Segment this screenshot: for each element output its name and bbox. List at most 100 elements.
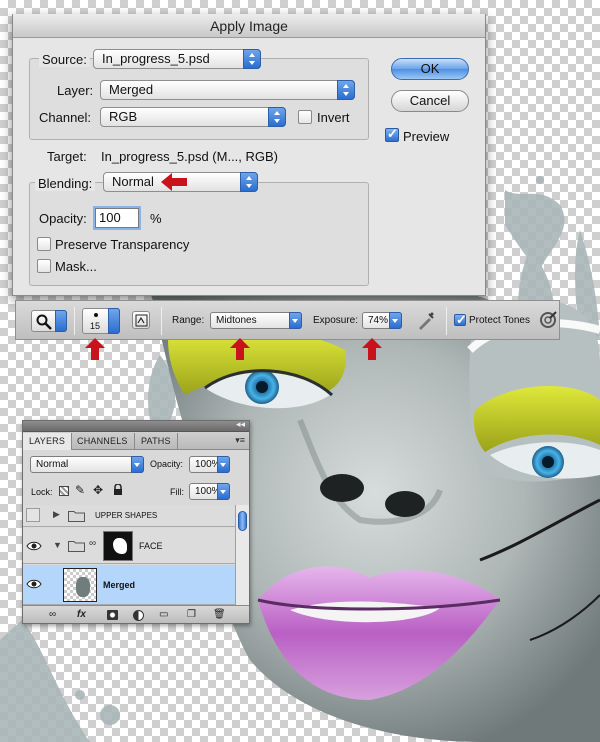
invert-checkbox[interactable]	[298, 110, 312, 124]
link-layers-icon[interactable]: ∞	[49, 609, 56, 620]
chevron-down-icon	[217, 483, 230, 500]
chevron-down-icon	[217, 456, 230, 473]
brush-panel-toggle[interactable]	[132, 311, 150, 329]
adjustment-layer-icon[interactable]	[133, 610, 144, 621]
layer-row-upper-shapes[interactable]: ▶ UPPER SHAPES	[23, 505, 236, 527]
layer-opacity-label: Opacity:	[150, 459, 184, 469]
layer-select-value: Merged	[109, 82, 154, 97]
red-arrow-left-icon	[161, 173, 187, 191]
source-select[interactable]: In_progress_5.psd	[93, 49, 261, 69]
layer-label: Layer:	[57, 83, 94, 98]
lock-label: Lock:	[31, 487, 53, 497]
layer-row-merged[interactable]: Merged	[23, 565, 236, 605]
dodge-tool-icon	[36, 314, 52, 330]
mask-checkbox[interactable]	[37, 259, 51, 273]
lock-all-icon[interactable]	[113, 484, 123, 496]
layers-scrollbar[interactable]	[235, 505, 249, 605]
brush-dot-icon	[94, 313, 98, 317]
preview-label: Preview	[403, 129, 450, 144]
exposure-input[interactable]: 74%	[362, 312, 402, 329]
chevron-down-icon	[389, 312, 402, 329]
layer-opacity-input[interactable]: 100%	[189, 456, 230, 473]
fx-icon[interactable]: fx	[77, 609, 86, 620]
layer-row-face[interactable]: ▼ ∞ FACE	[23, 528, 236, 564]
fill-input[interactable]: 100%	[189, 483, 230, 500]
expand-triangle-open-icon[interactable]: ▼	[53, 540, 62, 550]
protect-tones-label: Protect Tones	[469, 315, 530, 326]
channel-label: Channel:	[39, 110, 92, 125]
range-select-value: Midtones	[216, 315, 257, 326]
panel-menu-icon[interactable]: ▾≡	[235, 435, 245, 446]
channel-select[interactable]: RGB	[100, 107, 286, 127]
tool-preset-picker[interactable]	[31, 310, 67, 332]
protect-tones-checkbox[interactable]	[454, 312, 467, 328]
source-select-value: In_progress_5.psd	[102, 51, 210, 66]
airbrush-icon[interactable]	[416, 311, 436, 331]
brush-preset-picker[interactable]: 15	[82, 308, 120, 334]
ok-button[interactable]: OK	[391, 58, 469, 80]
chevron-down-icon	[55, 310, 67, 332]
tool-options-bar: 15 Range: Midtones Exposure: 74% Protect…	[15, 300, 560, 340]
red-arrow-up-icon	[85, 338, 105, 360]
chevron-updown-icon	[337, 80, 355, 100]
brush-panel-icon	[135, 314, 148, 327]
source-label: Source:	[39, 52, 90, 67]
visibility-off-icon[interactable]	[26, 508, 40, 522]
cancel-button[interactable]: Cancel	[391, 90, 469, 112]
folder-icon	[68, 541, 85, 552]
lock-move-icon[interactable]: ✥	[93, 483, 103, 497]
tab-paths[interactable]: PATHS	[135, 433, 178, 450]
layers-panel: ◂◂ LAYERS CHANNELS PATHS ▾≡ Normal Opaci…	[22, 419, 250, 624]
lock-transparent-icon[interactable]	[59, 486, 69, 496]
collapse-icon[interactable]: ◂◂	[236, 419, 245, 430]
chevron-down-icon	[108, 308, 120, 334]
chevron-updown-icon	[268, 107, 286, 127]
exposure-label: Exposure:	[313, 315, 359, 326]
lock-paint-icon[interactable]: ✎	[75, 483, 85, 497]
chevron-updown-icon	[240, 172, 258, 192]
folder-icon	[68, 511, 85, 522]
add-mask-icon[interactable]	[107, 610, 118, 620]
blend-mode-select[interactable]: Normal	[30, 456, 144, 473]
new-layer-icon[interactable]: ❐	[187, 609, 196, 620]
opacity-label: Opacity:	[39, 211, 87, 226]
channel-select-value: RGB	[109, 109, 138, 124]
range-select[interactable]: Midtones	[210, 312, 302, 329]
new-group-icon[interactable]: ▭	[159, 609, 168, 620]
preserve-transparency-checkbox[interactable]	[37, 237, 51, 251]
blending-label: Blending:	[35, 176, 96, 191]
target-value: In_progress_5.psd (M..., RGB)	[101, 149, 279, 164]
expand-triangle-icon[interactable]: ▶	[53, 509, 60, 520]
scroll-thumb[interactable]	[238, 511, 247, 531]
fill-label: Fill:	[170, 487, 184, 497]
layer-select[interactable]: Merged	[100, 80, 355, 100]
opacity-input[interactable]: 100	[95, 208, 139, 228]
opacity-unit: %	[150, 211, 162, 226]
link-icon: ∞	[89, 538, 97, 549]
dialog-title: Apply Image	[13, 14, 485, 38]
apply-image-dialog: Apply Image Source: In_progress_5.psd La…	[12, 14, 486, 296]
chevron-down-icon	[289, 312, 302, 329]
panel-titlebar[interactable]: ◂◂	[23, 419, 249, 432]
chevron-down-icon	[131, 456, 144, 473]
red-arrow-up-icon	[230, 338, 250, 360]
eye-icon[interactable]	[26, 578, 42, 590]
divider	[446, 307, 447, 335]
thumbnail-face-icon	[76, 577, 90, 597]
trash-icon[interactable]: 🗑	[213, 609, 226, 620]
divider	[74, 307, 75, 335]
invert-label: Invert	[317, 110, 350, 125]
tab-channels[interactable]: CHANNELS	[71, 433, 135, 450]
layers-bottom-bar: ∞ fx ▭ ❐ 🗑	[23, 605, 249, 623]
eye-icon[interactable]	[26, 540, 42, 552]
tab-layers[interactable]: LAYERS	[23, 433, 73, 450]
mask-shape-icon	[113, 538, 127, 554]
layer-name: UPPER SHAPES	[95, 511, 158, 520]
tablet-pressure-icon[interactable]	[538, 310, 558, 330]
layer-name: FACE	[139, 541, 163, 551]
blend-mode-value: Normal	[36, 459, 69, 470]
chevron-updown-icon	[243, 49, 261, 69]
preview-checkbox[interactable]	[385, 126, 399, 142]
panel-tabs: LAYERS CHANNELS PATHS ▾≡	[23, 432, 249, 450]
mask-label: Mask...	[55, 259, 97, 274]
